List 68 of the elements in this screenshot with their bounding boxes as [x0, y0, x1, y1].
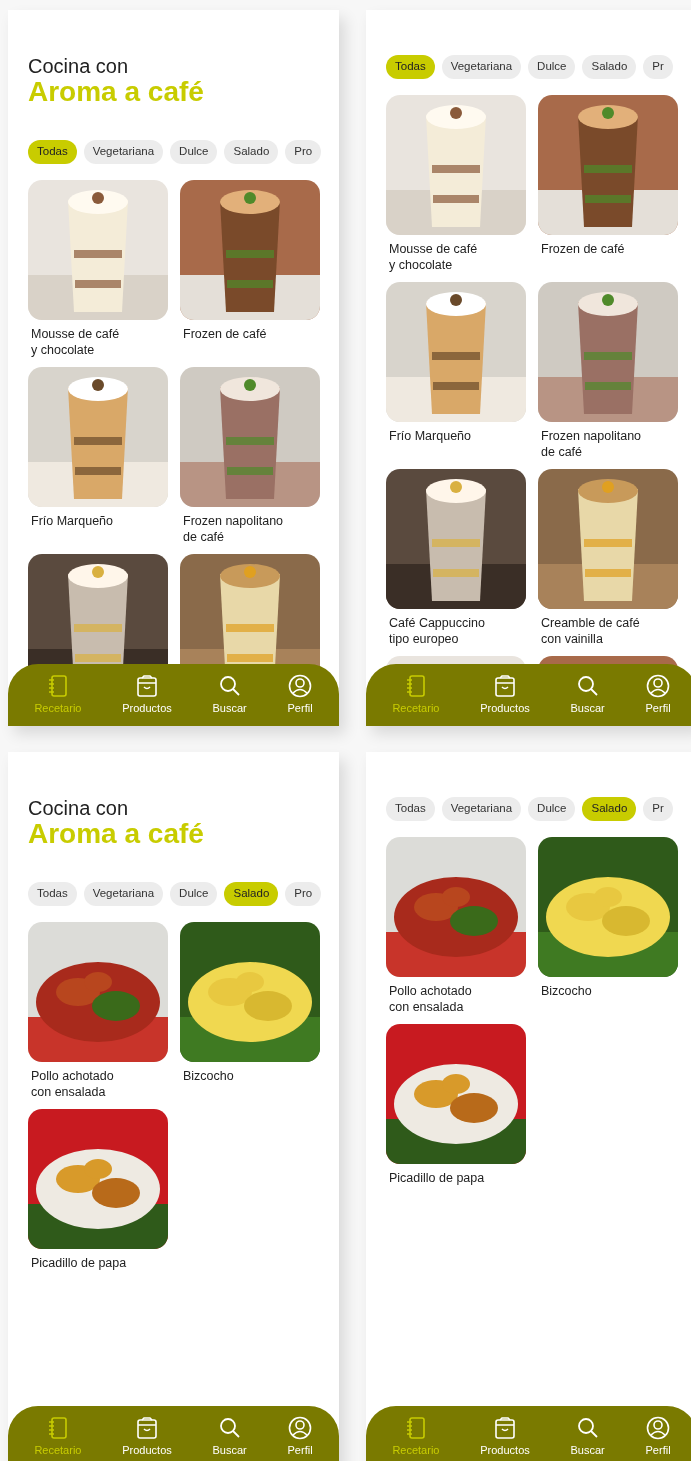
app-title: Aroma a café: [28, 77, 205, 108]
search-icon: [217, 673, 242, 698]
category-chip[interactable]: Dulce: [170, 881, 218, 906]
search-icon: [575, 1415, 600, 1440]
category-chip[interactable]: Todas: [28, 139, 77, 164]
search-icon: [575, 673, 600, 698]
profile-icon: [288, 1415, 313, 1440]
category-chip[interactable]: Pr: [643, 55, 673, 79]
notebook-icon: [404, 1415, 427, 1440]
recipe-title[interactable]: Frozen de café: [538, 235, 678, 274]
notebook-icon: [46, 1415, 69, 1440]
recipe-title[interactable]: Café Cappuccino tipo europeo: [386, 609, 526, 648]
category-chip[interactable]: Pro: [285, 139, 322, 164]
category-chip[interactable]: Salado: [582, 797, 637, 821]
screen-subtitle: Cocina con: [28, 797, 130, 819]
category-chip[interactable]: Vegetariana: [83, 881, 164, 906]
recipe-title[interactable]: Mousse de café y chocolate: [28, 319, 168, 359]
nav-tab[interactable]: Productos: [480, 673, 530, 717]
category-chip[interactable]: Vegetariana: [441, 797, 522, 821]
bag-icon: [135, 673, 159, 698]
recipe-title[interactable]: Pollo achotado con ensalada: [386, 977, 526, 1016]
nav-tab[interactable]: Productos: [480, 1415, 530, 1459]
category-chip[interactable]: Pr: [643, 797, 673, 821]
nav-tab[interactable]: Productos: [122, 673, 172, 717]
recipe-title[interactable]: Creamble de café con vainilla: [538, 609, 678, 648]
profile-icon: [646, 1415, 671, 1440]
recipe-title[interactable]: Bizcocho: [180, 1061, 320, 1101]
recipe-title[interactable]: Frío Marqueño: [28, 506, 168, 546]
category-chip[interactable]: Vegetariana: [441, 55, 522, 79]
nav-tab[interactable]: Perfil: [287, 673, 313, 717]
recipe-title[interactable]: Picadillo de papa: [386, 1164, 526, 1203]
recipe-title[interactable]: Frozen de café: [180, 319, 320, 359]
bag-icon: [493, 673, 517, 698]
nav-tab[interactable]: Perfil: [645, 1415, 671, 1459]
category-chip[interactable]: Pro: [285, 881, 322, 906]
category-chip[interactable]: Todas: [386, 797, 435, 821]
nav-tab[interactable]: Productos: [122, 1415, 172, 1459]
notebook-icon: [46, 673, 69, 698]
app-title: Aroma a café: [28, 819, 205, 850]
category-chip[interactable]: Todas: [28, 881, 77, 906]
nav-tab[interactable]: Buscar: [212, 673, 247, 717]
recipe-title[interactable]: Pollo achotado con ensalada: [28, 1061, 168, 1101]
profile-icon: [288, 673, 313, 698]
bag-icon: [493, 1415, 517, 1440]
category-chip[interactable]: Dulce: [528, 797, 576, 821]
nav-tab[interactable]: Buscar: [570, 1415, 605, 1459]
profile-icon: [646, 673, 671, 698]
recipe-title[interactable]: Frozen napolitano de café: [538, 422, 678, 461]
recipe-title[interactable]: Bizcocho: [538, 977, 678, 1016]
recipe-title[interactable]: Frío Marqueño: [386, 422, 526, 461]
search-icon: [217, 1415, 242, 1440]
screen-subtitle: Cocina con: [28, 55, 130, 77]
category-chip[interactable]: Salado: [224, 881, 279, 906]
nav-tab[interactable]: Perfil: [287, 1415, 313, 1459]
recipe-title[interactable]: Picadillo de papa: [28, 1248, 168, 1288]
notebook-icon: [404, 673, 427, 698]
recipe-title[interactable]: Mousse de café y chocolate: [386, 235, 526, 274]
bag-icon: [135, 1415, 159, 1440]
nav-tab[interactable]: Perfil: [645, 673, 671, 717]
category-chip[interactable]: Salado: [582, 55, 637, 79]
recipe-title[interactable]: Frozen napolitano de café: [180, 506, 320, 546]
nav-tab[interactable]: Buscar: [570, 673, 605, 717]
category-chip[interactable]: Dulce: [170, 139, 218, 164]
category-chip[interactable]: Salado: [224, 139, 279, 164]
category-chip[interactable]: Todas: [386, 55, 435, 79]
nav-tab[interactable]: Buscar: [212, 1415, 247, 1459]
category-chip[interactable]: Vegetariana: [83, 139, 164, 164]
category-chip[interactable]: Dulce: [528, 55, 576, 79]
